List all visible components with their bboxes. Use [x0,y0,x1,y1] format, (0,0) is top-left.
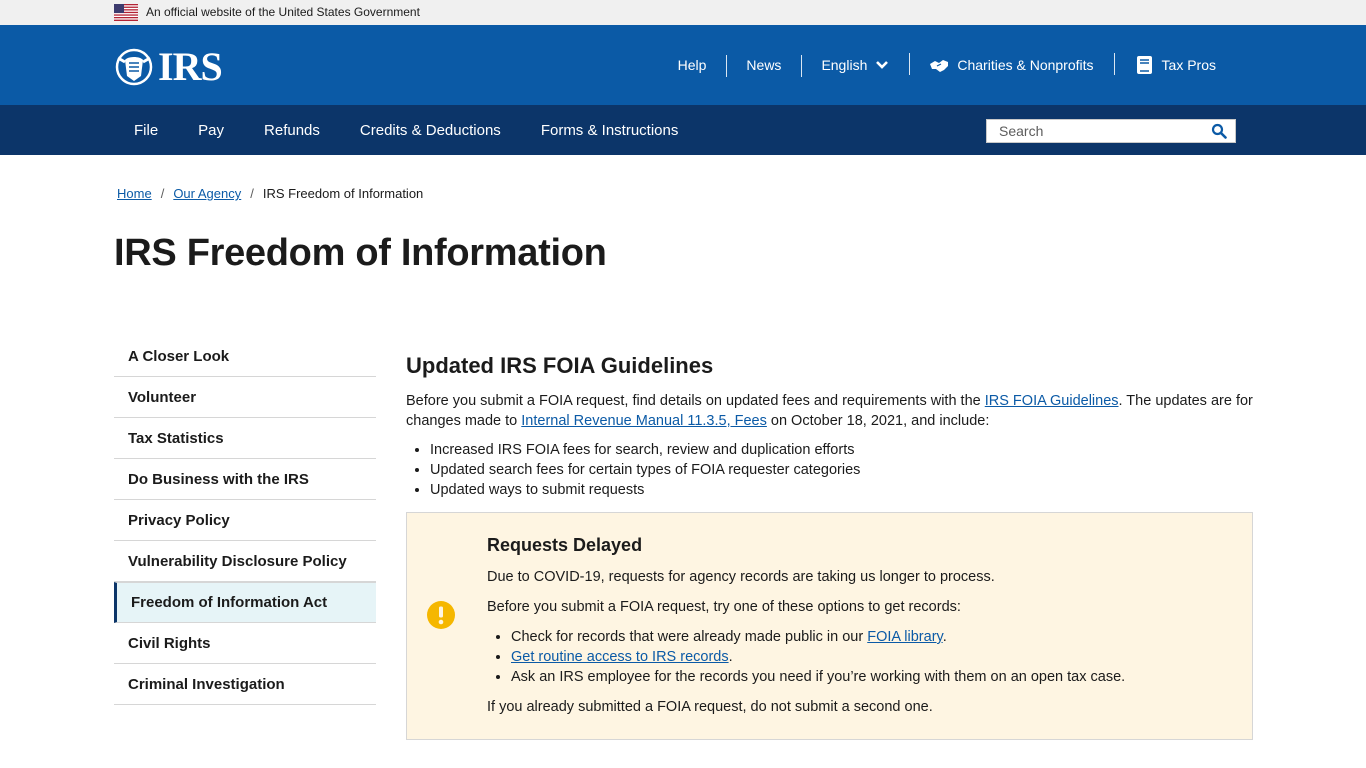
sidebar-item-civil-rights[interactable]: Civil Rights [114,623,376,664]
charities-label: Charities & Nonprofits [957,57,1094,73]
nav-refunds[interactable]: Refunds [244,122,340,139]
alert-title: Requests Delayed [487,535,643,555]
news-label: News [746,57,782,73]
list-item: Increased IRS FOIA fees for search, revi… [430,440,1254,460]
irs-logo[interactable]: IRS [114,44,223,89]
breadcrumb-separator: / [250,186,254,201]
requests-delayed-alert: Requests Delayed Due to COVID-19, reques… [406,512,1253,740]
intro-paragraph: Before you submit a FOIA request, find d… [406,391,1254,431]
sidebar-item-privacy-policy[interactable]: Privacy Policy [114,500,376,541]
option-end: . [728,649,733,665]
breadcrumb: Home / Our Agency / IRS Freedom of Infor… [117,186,423,201]
intro-text: on October 18, 2021, and include: [766,413,990,429]
charities-nonprofits-link[interactable]: Charities & Nonprofits [909,53,1113,75]
irm-fees-link[interactable]: Internal Revenue Manual 11.3.5, Fees [521,413,767,429]
main-content: Updated IRS FOIA Guidelines Before you s… [406,353,1254,500]
list-item: Check for records that were already made… [511,627,1227,647]
eagle-logo-icon [115,48,153,86]
nav-pay[interactable]: Pay [178,122,244,139]
utility-nav: Help News English Charities & Nonprofits [658,25,1236,105]
breadcrumb-current: IRS Freedom of Information [262,186,424,201]
alert-paragraph: Before you submit a FOIA request, try on… [487,599,961,615]
breadcrumb-our-agency[interactable]: Our Agency [173,186,241,201]
foia-library-link[interactable]: FOIA library [867,629,942,645]
exclamation-icon [427,601,455,629]
gov-banner-text: An official website of the United States… [146,5,420,19]
sidebar-item-criminal-investigation[interactable]: Criminal Investigation [114,664,376,705]
sidebar-item-foia[interactable]: Freedom of Information Act [114,582,376,623]
gov-banner: An official website of the United States… [0,0,1366,25]
list-item: Updated ways to submit requests [430,480,1254,500]
nav-credits-deductions[interactable]: Credits & Deductions [340,122,521,139]
news-link[interactable]: News [726,55,801,77]
list-item: Ask an IRS employee for the records you … [511,667,1227,687]
page-title: IRS Freedom of Information [114,232,607,274]
sidebar-item-tax-statistics[interactable]: Tax Statistics [114,418,376,459]
breadcrumb-home[interactable]: Home [117,186,152,201]
search-box [986,119,1236,143]
main-nav: File Pay Refunds Credits & Deductions Fo… [0,105,1366,155]
routine-access-link[interactable]: Get routine access to IRS records [511,649,729,665]
logo-text: IRS [158,44,223,89]
intro-text: Before you submit a FOIA request, find d… [406,393,985,409]
alert-paragraph: If you already submitted a FOIA request,… [487,699,933,715]
sidebar-item-do-business[interactable]: Do Business with the IRS [114,459,376,500]
tax-pros-link[interactable]: Tax Pros [1113,53,1236,75]
search-input[interactable] [987,120,1197,142]
alert-options-list: Check for records that were already made… [487,627,1227,687]
option-text: Check for records that were already made… [511,629,868,645]
help-label: Help [677,57,707,73]
language-selector[interactable]: English [801,55,909,77]
sidebar-item-volunteer[interactable]: Volunteer [114,377,376,418]
section-heading: Updated IRS FOIA Guidelines [406,353,714,378]
list-item: Get routine access to IRS records. [511,647,1227,667]
book-icon [1136,56,1152,74]
list-item: Updated search fees for certain types of… [430,460,1254,480]
us-flag-icon [114,4,138,21]
tax-pros-label: Tax Pros [1161,57,1216,73]
alert-paragraph: Due to COVID-19, requests for agency rec… [487,569,995,585]
updates-list: Increased IRS FOIA fees for search, revi… [406,440,1254,500]
language-label: English [821,57,868,73]
option-end: . [942,629,947,645]
breadcrumb-separator: / [160,186,165,201]
nav-file[interactable]: File [114,122,178,139]
nav-forms-instructions[interactable]: Forms & Instructions [521,122,699,139]
chevron-down-icon [876,61,889,69]
sidebar-item-a-closer-look[interactable]: A Closer Look [114,336,376,377]
foia-guidelines-link[interactable]: IRS FOIA Guidelines [985,393,1119,409]
site-header: IRS Help News English Charities & Nonpro… [0,25,1366,105]
handshake-icon [930,60,949,72]
search-icon[interactable] [1211,123,1227,139]
sidebar-nav: A Closer Look Volunteer Tax Statistics D… [114,336,376,705]
help-link[interactable]: Help [658,57,727,73]
sidebar-item-vulnerability-disclosure[interactable]: Vulnerability Disclosure Policy [114,541,376,582]
